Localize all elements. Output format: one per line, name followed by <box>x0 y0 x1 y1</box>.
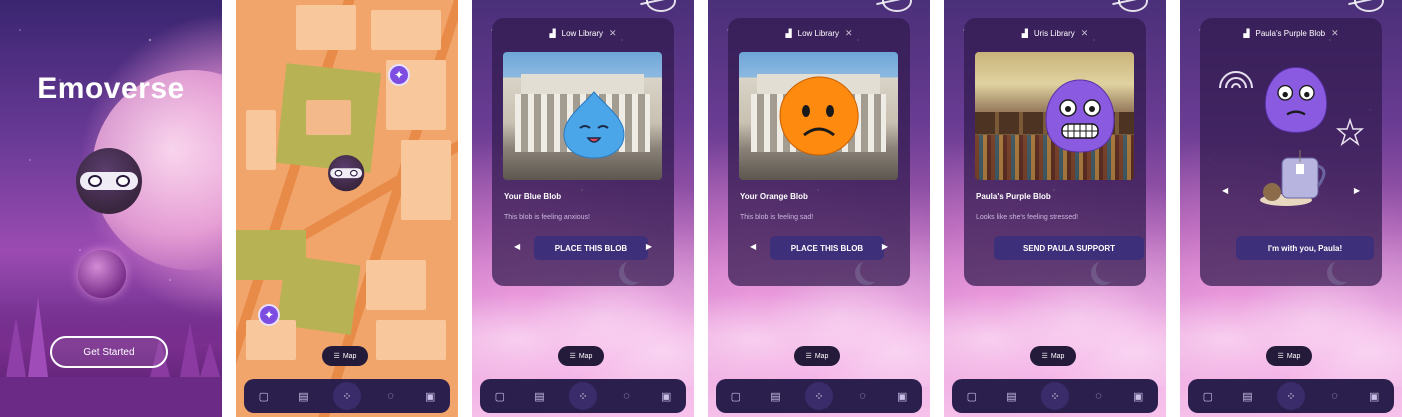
close-icon[interactable]: ✕ <box>845 28 853 39</box>
chat-icon[interactable]: ◌ <box>381 386 401 406</box>
building-icon: ▟ <box>785 29 792 38</box>
building-icon: ▟ <box>1021 29 1028 38</box>
grid-icon[interactable]: ⁘ <box>332 382 361 410</box>
map-icon: ☰ <box>333 353 340 360</box>
chat-icon[interactable]: ◌ <box>1325 386 1345 406</box>
blob-card: ▟ Uris Library ✕ Paula's Purple Blob Loo… <box>964 18 1146 286</box>
map-button[interactable]: ☰ Map <box>794 346 840 366</box>
store-icon[interactable]: ▤ <box>1001 386 1021 406</box>
tea-mug-icon <box>1260 150 1326 206</box>
blob-mood: This blob is feeling anxious! <box>504 214 590 221</box>
map-button[interactable]: ☰ Map <box>1266 346 1312 366</box>
map-screen: ✦ ✦ ☰ Map ▢ ▤ ⁘ ◌ ▣ <box>236 0 458 417</box>
map-button[interactable]: ☰ Map <box>1030 346 1076 366</box>
grid-icon[interactable]: ⁘ <box>804 382 833 410</box>
blob-card: ▟ Low Library ✕ Your Blue Blob This blob… <box>492 18 674 286</box>
map-icon: ☰ <box>1277 353 1284 360</box>
get-started-button[interactable]: Get Started <box>50 336 168 368</box>
calendar-icon[interactable]: ▢ <box>726 386 746 406</box>
map-icon: ☰ <box>1041 353 1048 360</box>
chat-icon[interactable]: ◌ <box>853 386 873 406</box>
bottom-navbar: ▢ ▤ ⁘ ◌ ▣ <box>952 379 1158 413</box>
profile-icon[interactable]: ▣ <box>1128 386 1148 406</box>
blob-mood: This blob is feeling sad! <box>740 214 814 221</box>
calendar-icon[interactable]: ▢ <box>962 386 982 406</box>
profile-icon[interactable]: ▣ <box>656 386 676 406</box>
blue-blob <box>563 91 625 159</box>
friend-tab[interactable]: ▟ Paula's Purple Blob ✕ <box>1200 28 1382 39</box>
avatar[interactable] <box>328 155 365 192</box>
profile-icon[interactable]: ▣ <box>420 386 440 406</box>
next-arrow-icon[interactable]: ▶ <box>1354 186 1360 195</box>
bottom-navbar: ▢ ▤ ⁘ ◌ ▣ <box>480 379 686 413</box>
map-icon: ☰ <box>805 353 812 360</box>
chat-icon[interactable]: ◌ <box>617 386 637 406</box>
map-button[interactable]: ☰ Map <box>322 346 368 366</box>
calendar-icon[interactable]: ▢ <box>490 386 510 406</box>
next-arrow-icon[interactable]: ▶ <box>882 242 888 251</box>
next-arrow-icon[interactable]: ▶ <box>646 242 652 251</box>
grid-icon[interactable]: ⁘ <box>1276 382 1305 410</box>
bottom-navbar: ▢ ▤ ⁘ ◌ ▣ <box>244 379 450 413</box>
friend-blob-screen: ▟ Uris Library ✕ Paula's Purple Blob Loo… <box>944 0 1166 417</box>
splash-screen: Emoverse Get Started <box>0 0 222 417</box>
map-button[interactable]: ☰ Map <box>558 346 604 366</box>
building-icon: ▟ <box>549 29 556 38</box>
bottom-navbar: ▢ ▤ ⁘ ◌ ▣ <box>716 379 922 413</box>
prev-arrow-icon[interactable]: ◀ <box>750 242 756 251</box>
send-sticker-button[interactable]: I'm with you, Paula! <box>1236 236 1374 260</box>
location-tab[interactable]: ▟ Low Library ✕ <box>728 28 910 39</box>
blob-title: Paula's Purple Blob <box>976 192 1051 201</box>
blob-card-screen: ▟ Low Library ✕ Your Blue Blob This blob… <box>472 0 694 417</box>
star-icon <box>1336 118 1364 146</box>
calendar-icon[interactable]: ▢ <box>254 386 274 406</box>
blob-mood: Looks like she's feeling stressed! <box>976 214 1079 221</box>
prev-arrow-icon[interactable]: ◀ <box>1222 186 1228 195</box>
prev-arrow-icon[interactable]: ◀ <box>514 242 520 251</box>
bottom-navbar: ▢ ▤ ⁘ ◌ ▣ <box>1188 379 1394 413</box>
blob-title: Your Orange Blob <box>740 192 808 201</box>
support-card: ▟ Paula's Purple Blob ✕ ◀ ▶ I'm with you… <box>1200 18 1382 286</box>
chart-icon: ▟ <box>1243 29 1250 38</box>
send-support-button[interactable]: SEND PAULA SUPPORT <box>994 236 1144 260</box>
blob-location-pin[interactable]: ✦ <box>388 64 410 86</box>
blob-card: ▟ Low Library ✕ Your Orange Blob This bl… <box>728 18 910 286</box>
place-blob-button[interactable]: PLACE THIS BLOB <box>770 236 884 260</box>
close-icon[interactable]: ✕ <box>609 28 617 39</box>
location-tab[interactable]: ▟ Low Library ✕ <box>492 28 674 39</box>
blob-title: Your Blue Blob <box>504 192 562 201</box>
blob-location-pin[interactable]: ✦ <box>258 304 280 326</box>
store-icon[interactable]: ▤ <box>1237 386 1257 406</box>
avatar <box>76 148 142 214</box>
location-tab[interactable]: ▟ Uris Library ✕ <box>964 28 1146 39</box>
store-icon[interactable]: ▤ <box>765 386 785 406</box>
profile-icon[interactable]: ▣ <box>1364 386 1384 406</box>
close-icon[interactable]: ✕ <box>1081 28 1089 39</box>
store-icon[interactable]: ▤ <box>529 386 549 406</box>
chat-icon[interactable]: ◌ <box>1089 386 1109 406</box>
orange-blob <box>779 76 859 156</box>
map-icon: ☰ <box>569 353 576 360</box>
profile-icon[interactable]: ▣ <box>892 386 912 406</box>
blob-card-screen: ▟ Low Library ✕ Your Orange Blob This bl… <box>708 0 930 417</box>
calendar-icon[interactable]: ▢ <box>1198 386 1218 406</box>
grid-icon[interactable]: ⁘ <box>568 382 597 410</box>
purple-blob <box>1045 79 1115 153</box>
place-blob-button[interactable]: PLACE THIS BLOB <box>534 236 648 260</box>
small-planet-illustration <box>78 250 126 298</box>
rainbow-icon <box>1219 71 1253 89</box>
support-screen: ▟ Paula's Purple Blob ✕ ◀ ▶ I'm with you… <box>1180 0 1402 417</box>
store-icon[interactable]: ▤ <box>293 386 313 406</box>
close-icon[interactable]: ✕ <box>1331 28 1339 39</box>
purple-blob <box>1264 67 1328 133</box>
grid-icon[interactable]: ⁘ <box>1040 382 1069 410</box>
app-title: Emoverse <box>37 72 185 105</box>
